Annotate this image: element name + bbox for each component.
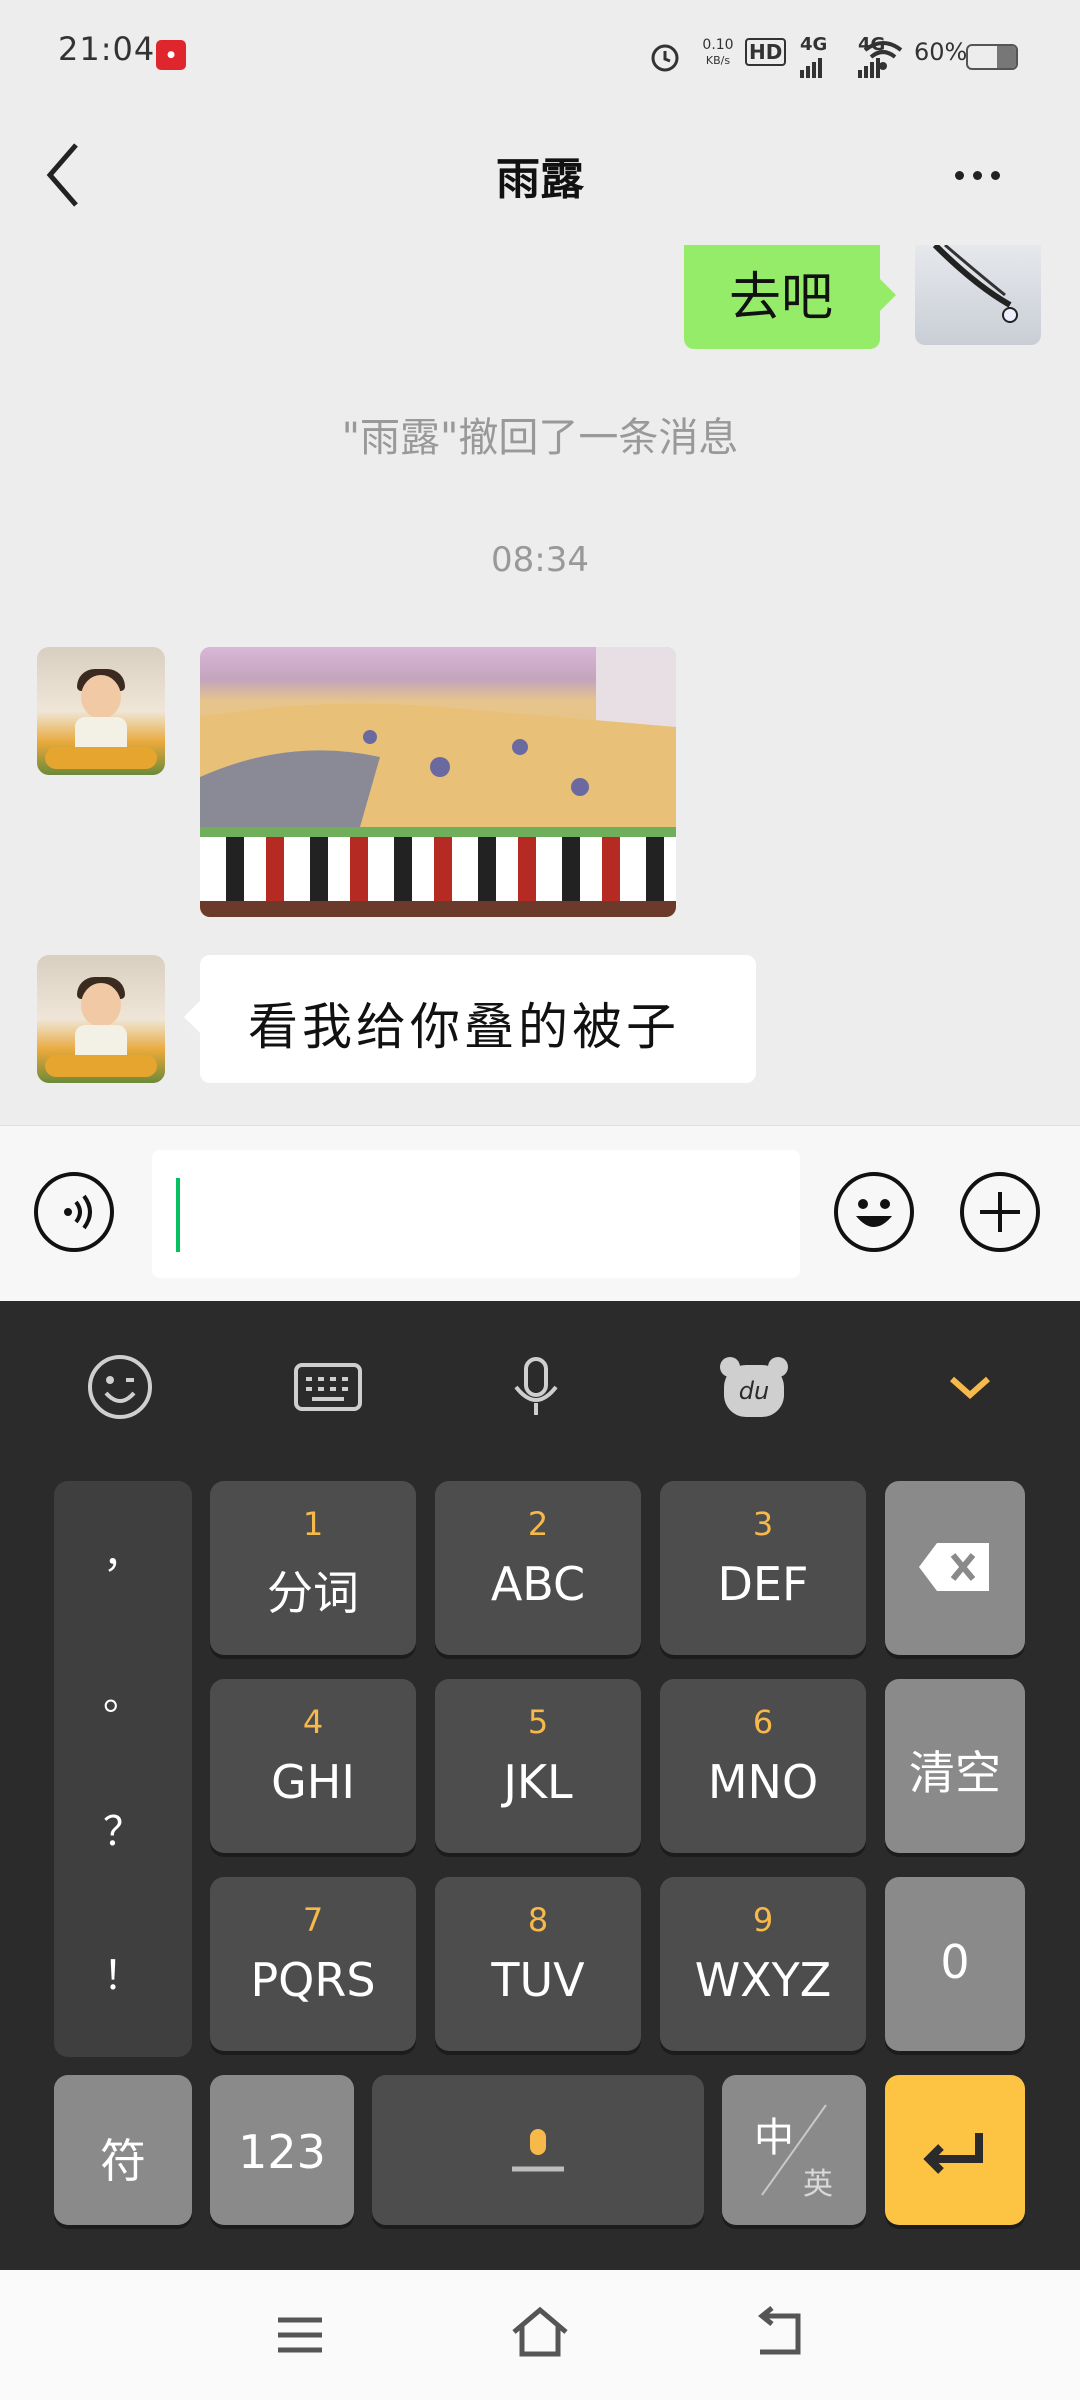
sim1-signal: 4G (800, 34, 827, 78)
chat-header: 雨露 (0, 105, 1080, 245)
net-speed: 0.10 KB/s (702, 37, 734, 68)
number-key[interactable]: 123 (210, 2075, 354, 2225)
recall-notice: "雨露"撤回了一条消息 (341, 415, 739, 461)
plus-icon[interactable] (960, 1172, 1040, 1252)
message-timestamp: 08:34 (491, 540, 589, 580)
system-nav-bar (0, 2270, 1080, 2400)
chat-input-bar (0, 1125, 1080, 1302)
feather-avatar-image (932, 245, 1018, 323)
contact-avatar[interactable] (37, 647, 165, 775)
wifi-icon (863, 41, 903, 70)
language-switch-key[interactable]: 中 英 (722, 2075, 866, 2225)
back-icon[interactable] (750, 2306, 810, 2360)
punct-question[interactable]: ？ (54, 1799, 192, 1857)
contact-avatar[interactable] (37, 955, 165, 1083)
svg-text:du: du (739, 1377, 769, 1405)
chat-title: 雨露 (496, 154, 584, 205)
key-3[interactable]: 3 DEF (660, 1481, 866, 1655)
home-icon[interactable] (508, 2304, 572, 2360)
key-6[interactable]: 6 MNO (660, 1679, 866, 1853)
du-bear-icon[interactable]: du (714, 1347, 794, 1427)
battery-icon (966, 44, 1018, 70)
enter-icon (923, 2133, 983, 2174)
message-input[interactable] (152, 1150, 800, 1278)
symbol-key[interactable]: 符 (54, 2075, 192, 2225)
clear-key[interactable]: 清空 (885, 1679, 1025, 1853)
menu-icon[interactable] (270, 2310, 330, 2360)
key-9[interactable]: 9 WXYZ (660, 1877, 866, 2051)
app-notification-icon: ● (156, 40, 186, 70)
keyboard-icon[interactable] (288, 1347, 368, 1427)
text-cursor (176, 1178, 180, 1252)
my-avatar[interactable] (915, 245, 1041, 345)
space-mic-icon (512, 2129, 564, 2172)
key-1[interactable]: 1 分词 (210, 1481, 416, 1655)
message-list[interactable]: 去吧 "雨露"撤回了一条消息 08:34 看我给你叠的被子 (0, 245, 1080, 1125)
my-message-text: 去吧 (729, 268, 834, 328)
space-key[interactable] (372, 2075, 704, 2225)
punct-exclaim[interactable]: ！ (54, 1943, 192, 2001)
key-4[interactable]: 4 GHI (210, 1679, 416, 1853)
punct-period[interactable]: 。 (54, 1663, 192, 1721)
collapse-chevron-icon[interactable] (930, 1347, 1010, 1427)
contact-message-text: 看我给你叠的被子 (248, 998, 680, 1056)
voice-input-icon[interactable] (34, 1172, 114, 1252)
key-5[interactable]: 5 JKL (435, 1679, 641, 1853)
microphone-icon[interactable] (496, 1347, 576, 1427)
photo-message[interactable] (200, 647, 676, 917)
enter-key[interactable] (885, 2075, 1025, 2225)
status-bar: 21:04 ● 0.10 KB/s HD 4G 4G 60% (0, 0, 1080, 105)
alarm-clock-icon (651, 44, 679, 72)
hd-badge: HD (745, 38, 787, 66)
key-2[interactable]: 2 ABC (435, 1481, 641, 1655)
more-dots-icon[interactable] (955, 165, 1025, 195)
key-0[interactable]: 0 (885, 1877, 1025, 2051)
key-8[interactable]: 8 TUV (435, 1877, 641, 2051)
smiley-icon[interactable] (834, 1172, 914, 1252)
ime-keyboard: du ， 。 ？ ！ 1 分词 2 ABC 3 DEF 4 GHI 5 JKL 6 MNO … (0, 1301, 1080, 2270)
status-time: 21:04 (58, 30, 156, 68)
quilt-pattern (200, 703, 676, 847)
emoji-icon[interactable] (80, 1347, 160, 1427)
backspace-icon (919, 1543, 989, 1591)
key-7[interactable]: 7 PQRS (210, 1877, 416, 2051)
backspace-key[interactable] (885, 1481, 1025, 1655)
punct-comma[interactable]: ， (54, 1521, 192, 1579)
punctuation-column[interactable]: ， 。 ？ ！ (54, 1481, 192, 2057)
battery-percent: 60% (914, 38, 968, 66)
contact-message-bubble[interactable]: 看我给你叠的被子 (184, 955, 756, 1083)
my-message-bubble[interactable]: 去吧 (684, 245, 896, 349)
